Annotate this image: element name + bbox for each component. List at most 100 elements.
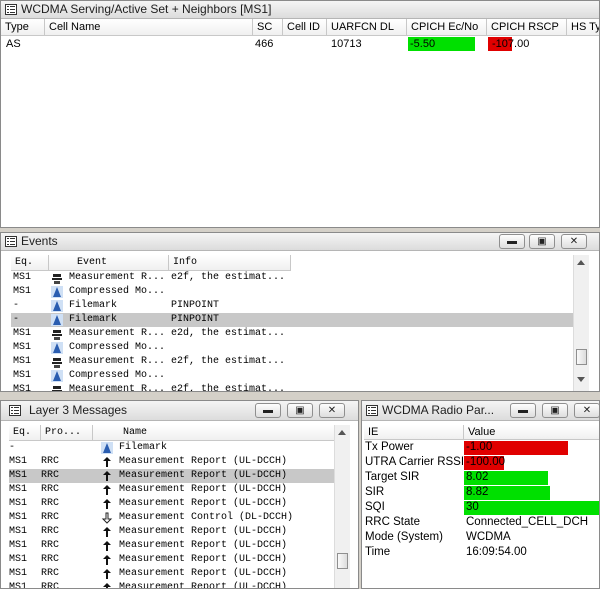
- l3-protocol: RRC: [41, 582, 60, 589]
- l3-protocol: RRC: [41, 554, 60, 565]
- l3-row[interactable]: - Filemark: [9, 441, 335, 455]
- l3-row[interactable]: MS1 RRC Measurement Control (DL-DCCH): [9, 511, 335, 525]
- scroll-up-icon[interactable]: [577, 260, 585, 265]
- l3-name: Measurement Report (UL-DCCH): [119, 470, 288, 481]
- radio-ie: Tx Power: [365, 441, 414, 453]
- close-button[interactable]: ✕: [319, 403, 345, 418]
- col-ecno[interactable]: CPICH Ec/No: [407, 19, 487, 36]
- col-sc[interactable]: SC: [253, 19, 283, 36]
- scroll-up-icon[interactable]: [338, 430, 346, 435]
- event-eq: MS1: [13, 370, 32, 381]
- serving-row[interactable]: AS 466 10713 -5.50 -107.00: [1, 36, 599, 52]
- events-titlebar[interactable]: Events ▬ ▣ ✕: [1, 233, 599, 251]
- up-arrow-icon: [101, 554, 113, 566]
- event-row[interactable]: MS1 Measurement R... e2d, the estimat...: [11, 327, 575, 341]
- scroll-thumb[interactable]: [576, 349, 587, 365]
- event-row[interactable]: MS1 Measurement R... e2f, the estimat...: [11, 355, 575, 369]
- minimize-button[interactable]: ▬: [499, 234, 525, 249]
- radio-titlebar[interactable]: WCDMA Radio Par... ▬ ▣ ✕: [362, 401, 599, 421]
- tower-icon: [51, 370, 63, 382]
- radio-row[interactable]: RRC State Connected_CELL_DCH: [362, 515, 599, 530]
- events-window: Events ▬ ▣ ✕ Eq. Event Info MS1 Measureme…: [0, 232, 600, 392]
- l3-row[interactable]: MS1 RRC Measurement Report (UL-DCCH): [9, 581, 335, 589]
- event-row[interactable]: MS1 Measurement R... e2f, the estimat...: [11, 383, 575, 392]
- l3-protocol: RRC: [41, 484, 60, 495]
- event-eq: MS1: [13, 384, 32, 392]
- l3-row[interactable]: MS1 RRC Measurement Report (UL-DCCH): [9, 539, 335, 553]
- restore-button[interactable]: ▣: [529, 234, 555, 249]
- col-protocol[interactable]: Pro...: [41, 425, 93, 441]
- col-eq[interactable]: Eq.: [9, 425, 41, 441]
- event-row[interactable]: MS1 Measurement R... e2f, the estimat...: [11, 271, 575, 285]
- event-row[interactable]: MS1 Compressed Mo...: [11, 369, 575, 383]
- minimize-button[interactable]: ▬: [510, 403, 536, 418]
- event-row[interactable]: - Filemark PINPOINT: [11, 299, 575, 313]
- ue-phone-icon: [51, 384, 63, 391]
- l3-window: Layer 3 Messages ▬ ▣ ✕ Eq. Pro... Name -…: [0, 400, 359, 589]
- event-eq: -: [13, 314, 20, 325]
- col-event[interactable]: Event: [49, 255, 169, 271]
- radio-row[interactable]: Tx Power -1.00: [362, 440, 599, 455]
- radio-value: 8.02: [466, 471, 489, 483]
- row-ecno: -5.50: [410, 38, 436, 50]
- event-name: Measurement R...: [69, 356, 166, 367]
- l3-protocol: RRC: [41, 470, 60, 481]
- up-arrow-icon: [101, 540, 113, 552]
- col-ie[interactable]: IE: [364, 425, 464, 440]
- tower-icon: [51, 286, 63, 298]
- l3-scrollbar[interactable]: [334, 425, 350, 588]
- scroll-thumb[interactable]: [337, 553, 348, 569]
- l3-eq: MS1: [9, 456, 28, 467]
- events-title: Events: [21, 234, 58, 248]
- col-type[interactable]: Type: [1, 19, 45, 36]
- col-cell-id[interactable]: Cell ID: [283, 19, 327, 36]
- l3-row[interactable]: MS1 RRC Measurement Report (UL-DCCH): [9, 469, 335, 483]
- col-name[interactable]: Name: [93, 425, 335, 441]
- col-info[interactable]: Info: [169, 255, 291, 271]
- scroll-down-icon[interactable]: [577, 377, 585, 382]
- radio-row[interactable]: Time 16:09:54.00: [362, 545, 599, 560]
- col-value[interactable]: Value: [464, 425, 599, 440]
- l3-row[interactable]: MS1 RRC Measurement Report (UL-DCCH): [9, 455, 335, 469]
- l3-row[interactable]: MS1 RRC Measurement Report (UL-DCCH): [9, 525, 335, 539]
- restore-button[interactable]: ▣: [287, 403, 313, 418]
- l3-protocol: RRC: [41, 540, 60, 551]
- l3-protocol: RRC: [41, 568, 60, 579]
- radio-row[interactable]: UTRA Carrier RSSI -100.00: [362, 455, 599, 470]
- event-row[interactable]: MS1 Compressed Mo...: [11, 285, 575, 299]
- l3-row[interactable]: MS1 RRC Measurement Report (UL-DCCH): [9, 497, 335, 511]
- close-button[interactable]: ✕: [574, 403, 599, 418]
- events-scrollbar[interactable]: [573, 255, 589, 391]
- ue-phone-icon: [51, 328, 63, 340]
- radio-list: Tx Power -1.00 UTRA Carrier RSSI -100.00 Tar…: [362, 440, 599, 588]
- radio-row[interactable]: Target SIR 8.02: [362, 470, 599, 485]
- l3-titlebar[interactable]: Layer 3 Messages ▬ ▣ ✕: [1, 401, 358, 421]
- serving-window: WCDMA Serving/Active Set + Neighbors [MS…: [0, 0, 600, 228]
- col-rscp[interactable]: CPICH RSCP: [487, 19, 567, 36]
- l3-name: Measurement Control (DL-DCCH): [119, 512, 294, 523]
- event-row[interactable]: MS1 Compressed Mo...: [11, 341, 575, 355]
- row-uarfcn: 10713: [331, 38, 362, 50]
- radio-value: WCDMA: [466, 531, 511, 543]
- l3-row[interactable]: MS1 RRC Measurement Report (UL-DCCH): [9, 567, 335, 581]
- event-info: PINPOINT: [171, 300, 220, 311]
- close-button[interactable]: ✕: [561, 234, 587, 249]
- radio-header: IE Value: [362, 425, 599, 440]
- restore-button[interactable]: ▣: [542, 403, 568, 418]
- l3-name: Measurement Report (UL-DCCH): [119, 526, 288, 537]
- serving-titlebar[interactable]: WCDMA Serving/Active Set + Neighbors [MS…: [1, 1, 599, 19]
- event-name: Measurement R...: [69, 328, 166, 339]
- l3-row[interactable]: MS1 RRC Measurement Report (UL-DCCH): [9, 483, 335, 497]
- minimize-button[interactable]: ▬: [255, 403, 281, 418]
- col-uarfcn[interactable]: UARFCN DL: [327, 19, 407, 36]
- col-cell-name[interactable]: Cell Name: [45, 19, 253, 36]
- col-hs-type[interactable]: HS Ty: [567, 19, 599, 36]
- radio-row[interactable]: Mode (System) WCDMA: [362, 530, 599, 545]
- l3-row[interactable]: MS1 RRC Measurement Report (UL-DCCH): [9, 553, 335, 567]
- radio-row[interactable]: SIR 8.82: [362, 485, 599, 500]
- l3-eq: MS1: [9, 554, 28, 565]
- radio-ie: UTRA Carrier RSSI: [365, 456, 463, 468]
- radio-row[interactable]: SQI 30: [362, 500, 599, 515]
- col-eq[interactable]: Eq.: [11, 255, 49, 271]
- event-row[interactable]: - Filemark PINPOINT: [11, 313, 575, 327]
